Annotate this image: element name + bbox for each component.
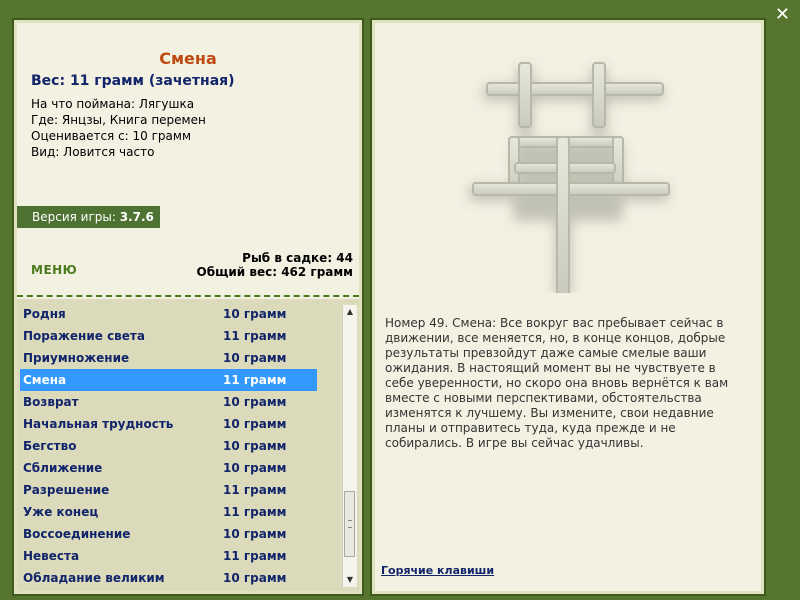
fish-list-item[interactable]: Бегство 10 грамм: [17, 435, 341, 457]
fish-list-item[interactable]: Родня 10 грамм: [17, 303, 341, 325]
type-text: Вид: Ловится часто: [31, 145, 155, 159]
close-icon[interactable]: ✕: [775, 4, 790, 25]
scrollbar[interactable]: ▲ ▼: [342, 305, 357, 587]
fish-list: Родня 10 грамм Поражение света 11 грамм Приу…: [17, 299, 359, 591]
fish-list-item-name: Возврат: [23, 395, 79, 409]
description-panel: Номер 49. Смена: Все вокруг вас пребывае…: [372, 20, 764, 594]
fish-list-item-name: Уже конец: [23, 505, 99, 519]
fish-list-item-weight: 10 грамм: [223, 439, 287, 453]
fish-title: Смена: [159, 49, 217, 68]
hotkeys-link[interactable]: Горячие клавиши: [381, 564, 494, 577]
fish-list-item[interactable]: Воссоединение 10 грамм: [17, 523, 341, 545]
fish-list-item-weight: 10 грамм: [223, 351, 287, 365]
rated-from-text: Оценивается с: 10 грамм: [31, 129, 191, 143]
fish-list-item[interactable]: Приумножение 10 грамм: [17, 347, 341, 369]
scroll-down-icon[interactable]: ▼: [343, 573, 357, 587]
fish-list-item-weight: 11 грамм: [223, 549, 287, 563]
total-weight: Общий вес: 462 грамм: [196, 265, 353, 279]
fish-list-item[interactable]: Смена 11 грамм: [20, 369, 317, 391]
menu-button[interactable]: МЕНЮ: [31, 263, 77, 277]
fish-list-item[interactable]: Обладание великим 10 грамм: [17, 567, 341, 589]
fish-list-item[interactable]: Возврат 10 грамм: [17, 391, 341, 413]
version-label: Версия игры:: [32, 210, 116, 224]
fish-list-item[interactable]: Поражение света 11 грамм: [17, 325, 341, 347]
fish-list-item-name: Приумножение: [23, 351, 130, 365]
scrollbar-thumb[interactable]: [344, 491, 355, 557]
fish-details: На что поймана: Лягушка Где: Янцзы, Книг…: [31, 96, 206, 160]
catch-stats: Рыб в садке: 44 Общий вес: 462 грамм: [197, 251, 353, 279]
fish-list-item-name: Воссоединение: [23, 527, 131, 541]
fish-list-item-weight: 10 грамм: [223, 461, 287, 475]
location-text: Где: Янцзы, Книга перемен: [31, 113, 206, 127]
caught-on-text: На что поймана: Лягушка: [31, 97, 195, 111]
fish-list-item-name: Разрешение: [23, 483, 110, 497]
fish-list-item-name: Бегство: [23, 439, 77, 453]
fish-list-item[interactable]: Разрешение 11 грамм: [17, 479, 341, 501]
fish-list-item-name: Поражение света: [23, 329, 145, 343]
fish-list-item-weight: 11 грамм: [223, 329, 287, 343]
fish-description: Номер 49. Смена: Все вокруг вас пребывае…: [385, 316, 729, 450]
fish-info-panel: Смена Вес: 11 грамм (зачетная) На что по…: [14, 20, 362, 594]
fish-list-item-weight: 11 грамм: [223, 483, 287, 497]
fish-list-item-name: Начальная трудность: [23, 417, 174, 431]
fish-list-item-name: Смена: [23, 373, 67, 387]
fish-list-item[interactable]: Невеста 11 грамм: [17, 545, 341, 567]
fish-list-item[interactable]: Сближение 10 грамм: [17, 457, 341, 479]
keepnet-count: Рыб в садке: 44: [242, 251, 353, 265]
fish-list-item-weight: 11 грамм: [223, 505, 287, 519]
fish-list-item-weight: 10 грамм: [223, 527, 287, 541]
fish-list-item-weight: 10 грамм: [223, 571, 287, 585]
fish-list-item-weight: 10 грамм: [223, 417, 287, 431]
fish-list-item-name: Невеста: [23, 549, 80, 563]
fish-list-rows: Родня 10 грамм Поражение света 11 грамм Приу…: [17, 303, 341, 589]
fish-list-item[interactable]: Начальная трудность 10 грамм: [17, 413, 341, 435]
fish-list-item[interactable]: Уже конец 11 грамм: [17, 501, 341, 523]
version-value: 3.7.6: [119, 210, 154, 224]
fish-list-item-name: Сближение: [23, 461, 103, 475]
hexagram-glyph-image: [469, 62, 670, 293]
fish-list-item-name: Родня: [23, 307, 66, 321]
fish-list-item-weight: 10 грамм: [223, 307, 287, 321]
version-badge: Версия игры: 3.7.6: [17, 206, 160, 228]
fish-weight: Вес: 11 грамм (зачетная): [31, 73, 235, 89]
divider: [17, 295, 359, 297]
fish-list-item-weight: 11 грамм: [223, 373, 287, 387]
fish-list-item-name: Обладание великим: [23, 571, 165, 585]
fish-list-item-weight: 10 грамм: [223, 395, 287, 409]
scroll-up-icon[interactable]: ▲: [343, 305, 357, 319]
